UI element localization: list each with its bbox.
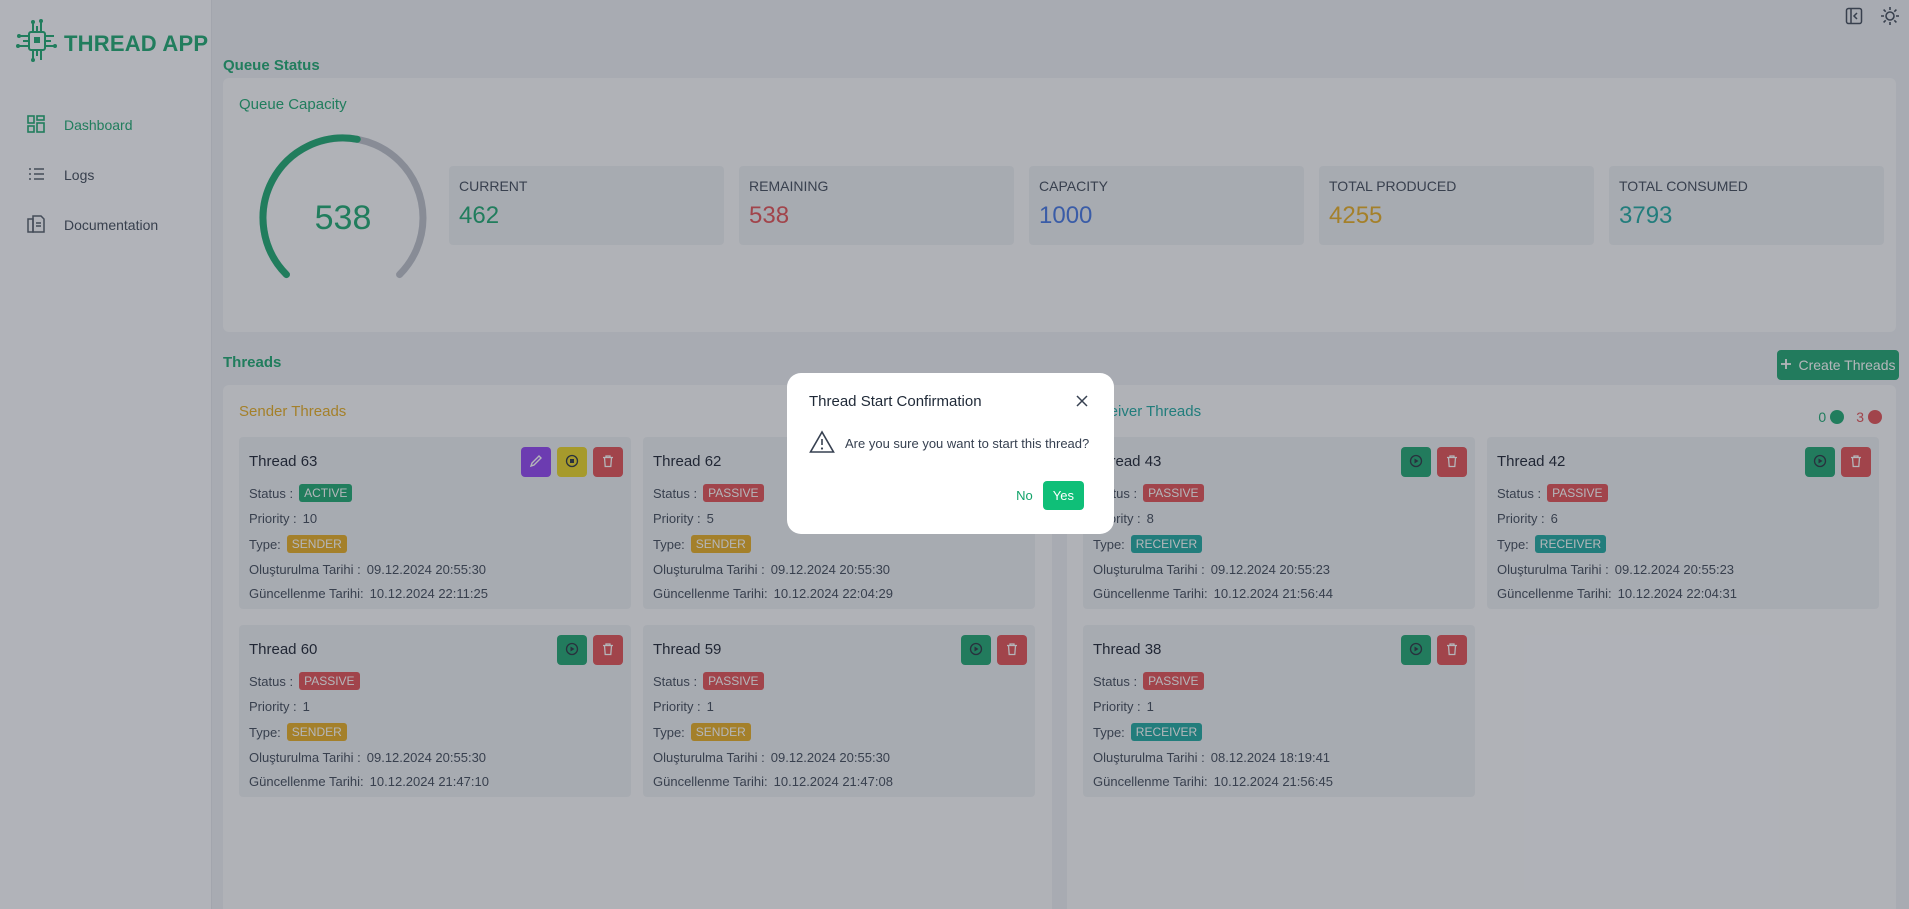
dialog-body: Are you sure you want to start this thre… — [809, 430, 1092, 457]
dialog-message: Are you sure you want to start this thre… — [845, 436, 1090, 451]
close-button[interactable] — [1072, 393, 1092, 413]
yes-button[interactable]: Yes — [1042, 481, 1084, 510]
close-icon — [1075, 394, 1089, 413]
dialog-actions: No Yes — [1016, 481, 1084, 510]
dialog-title: Thread Start Confirmation — [809, 393, 982, 410]
confirmation-dialog: Thread Start Confirmation Are you sure y… — [787, 373, 1114, 534]
no-button[interactable]: No — [1016, 488, 1033, 503]
warning-icon — [809, 430, 835, 457]
